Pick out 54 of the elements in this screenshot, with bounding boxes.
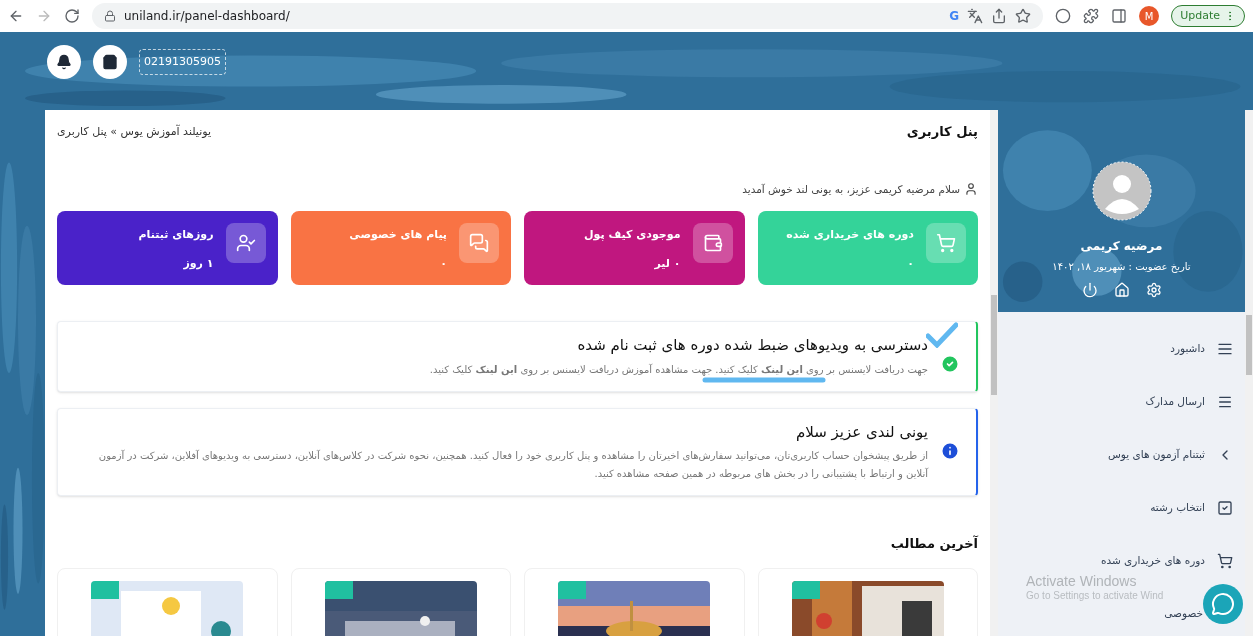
- notice-text: از طریق پیشخوان حساب کاربری‌تان، می‌توانید سفارش‌های اخیرتان را مشاهده و پنل کاربری خود را فعال کنید. همچنین، نحوه شرکت در کلاس‌های آنلاین، دسترسی به ویدیوهای آفلاین، شرکت در آزمون آنلاین و ارتباط با پشتیبانی را در بخش های مربوطه در همین صفحه مشاهده کنید.: [97, 448, 928, 482]
- profile-avatar[interactable]: M: [1139, 6, 1160, 26]
- puzzle-icon[interactable]: [1083, 8, 1100, 24]
- welcome-text: سلام مرضیه کریمی عزیز، به یونی لند خوش آمدید: [742, 181, 960, 198]
- address-bar[interactable]: uniland.ir/panel-dashboard/ G: [92, 3, 1044, 29]
- profile-name: مرضیه کریمی: [1080, 238, 1163, 255]
- url-text: uniland.ir/panel-dashboard/: [124, 8, 290, 25]
- menu-icon: [1217, 552, 1233, 569]
- menu-item[interactable]: داشبورد: [1170, 338, 1233, 359]
- user-icon: [964, 182, 978, 197]
- chat-icon: [1211, 592, 1235, 616]
- menu-item[interactable]: ثبتنام آزمون های یوس: [1108, 444, 1233, 465]
- stat-value: ۰: [439, 255, 447, 272]
- menu-item[interactable]: ارسال مدارک: [1145, 391, 1233, 412]
- share-icon[interactable]: [991, 8, 1008, 24]
- check-mark-drawing: [926, 322, 958, 349]
- notice-title: یونی لندی عزیز سلام: [794, 421, 928, 443]
- reload-icon[interactable]: [64, 8, 80, 24]
- stat-title: موجودی کیف پول: [584, 227, 681, 244]
- power-icon[interactable]: [1081, 282, 1098, 298]
- stat-icon: [692, 223, 733, 264]
- extension-icon[interactable]: [1055, 8, 1072, 24]
- stat-title: پیام های خصوصی: [349, 227, 447, 244]
- avatar-icon: [1091, 161, 1152, 221]
- member-since: تاریخ عضویت : شهریور ۱۸, ۱۴۰۲: [1052, 260, 1191, 274]
- back-icon[interactable]: [8, 8, 24, 24]
- notice-text: جهت دریافت لایسنس بر روی این لینک کلیک کنید. جهت مشاهده آموزش دریافت لایسنس بر روی این لینک کلیک کنید.: [429, 362, 928, 378]
- notice-title: دسترسی به ویدیوهای ضبط شده دوره های ثبت نام شده: [576, 335, 928, 357]
- settings-icon[interactable]: [1145, 282, 1162, 298]
- chat-button[interactable]: [1203, 584, 1243, 624]
- menu-item[interactable]: انتخاب رشته: [1150, 497, 1233, 518]
- check-circle-icon: [940, 354, 960, 375]
- stat-icon: [225, 223, 266, 264]
- stat-title: دوره های خریداری شده: [786, 227, 914, 244]
- stat-icon: [459, 223, 499, 264]
- star-icon[interactable]: [1015, 8, 1032, 24]
- stat-title: روزهای ثبتنام: [138, 227, 214, 244]
- breadcrumb: یونیلند آموزش یوس » پنل کاربری: [57, 123, 211, 140]
- menu-icon: [1217, 499, 1233, 516]
- update-button[interactable]: Update: [1171, 5, 1245, 27]
- stat-icon: [926, 223, 966, 264]
- menu-item[interactable]: خصوصی: [1164, 603, 1203, 624]
- side-panel-icon[interactable]: [1111, 8, 1128, 24]
- lock-icon: [104, 10, 116, 22]
- section-title: آخرین مطالب: [889, 534, 978, 554]
- info-icon: [940, 440, 960, 461]
- home-icon[interactable]: [1113, 282, 1130, 298]
- page-title: پنل کاربری: [906, 123, 978, 141]
- os-notice-title: Activate Windows: [1026, 573, 1138, 589]
- stat-value: ۱ روز: [182, 255, 214, 272]
- stat-value: ۰ لیر: [653, 255, 681, 272]
- stat-value: ۰: [906, 255, 914, 272]
- translate-icon[interactable]: [967, 8, 984, 24]
- menu-item[interactable]: دوره های خریداری شده: [1100, 550, 1233, 571]
